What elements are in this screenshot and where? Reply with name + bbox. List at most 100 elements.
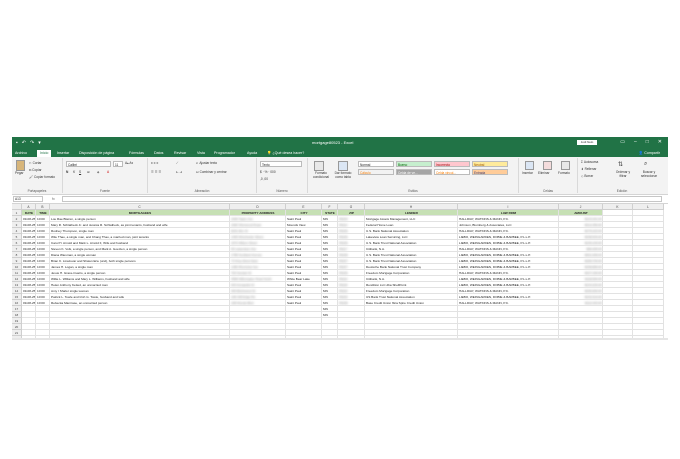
italic-button[interactable]: K <box>73 170 75 174</box>
style-entrada[interactable]: Entrada <box>472 169 508 175</box>
align-top-icon[interactable]: ≡ ≡ ≡ <box>151 161 158 165</box>
insert-cells-icon[interactable] <box>525 161 534 170</box>
user-account-button[interactable]: Jodi Nelo <box>577 139 597 145</box>
decimal-icon[interactable]: ,0 ,00 <box>260 177 268 181</box>
cells-group: Insertar Eliminar Formato Celdas <box>519 158 578 193</box>
style-normal[interactable]: Normal <box>358 161 394 167</box>
tab-datos[interactable]: Datos <box>154 151 163 155</box>
formula-bar: A13 fx <box>12 195 668 204</box>
fill-label: Rellenar <box>584 167 597 171</box>
fill-button[interactable]: ⬇ Rellenar <box>581 167 596 171</box>
undo-icon[interactable]: ↶ <box>22 140 26 146</box>
tab-formulas[interactable]: Fórmulas <box>129 151 144 155</box>
format-as-table-button[interactable]: Dar formato como tabla <box>332 171 354 179</box>
ribbon: Pegar ✂ Cortar ⧉ Copiar 🖌 Copiar formato… <box>12 157 668 195</box>
alignment-group-label: Alineación <box>194 189 210 193</box>
window-title: mortgage80523 - Excel <box>312 140 354 145</box>
paste-icon[interactable] <box>16 160 25 171</box>
sort-filter-button[interactable]: Ordenar y filtrar <box>614 170 632 178</box>
style-bueno[interactable]: Bueno <box>396 161 432 167</box>
clipboard-group-label: Portapapeles <box>27 189 47 193</box>
align-left-icon[interactable]: ☰ ☰ ☰ <box>151 170 161 174</box>
format-cells-button[interactable]: Formato <box>558 171 570 175</box>
tab-revisar[interactable]: Revisar <box>174 151 186 155</box>
tell-me-label: ¿Qué desea hacer? <box>272 150 305 155</box>
delete-cells-button[interactable]: Eliminar <box>538 171 550 175</box>
redo-icon[interactable]: ↷ <box>30 140 34 146</box>
tab-ayuda[interactable]: Ayuda <box>247 151 257 155</box>
format-as-table-icon[interactable] <box>338 161 348 171</box>
number-format-select[interactable]: Texto <box>260 161 302 167</box>
font-color-icon[interactable]: A <box>107 170 109 174</box>
tell-me-box[interactable]: 💡 ¿Qué desea hacer? <box>267 151 304 155</box>
font-grow-icon[interactable]: A▴ A▾ <box>125 161 133 165</box>
cells-group-label: Celdas <box>543 189 553 193</box>
delete-cells-icon[interactable] <box>543 161 552 170</box>
excel-window: ▪ ↶ ↷ ▾ mortgage80523 - Excel Jodi Nelo … <box>12 137 668 340</box>
fill-color-icon[interactable]: ◈ <box>97 170 99 174</box>
tab-insertar[interactable]: Insertar <box>57 151 69 155</box>
formula-input[interactable] <box>62 196 662 202</box>
style-neutral[interactable]: Neutral <box>472 161 508 167</box>
tab-inicio[interactable]: Inicio <box>37 149 52 157</box>
clear-label: Borrar <box>584 174 594 178</box>
lightbulb-icon: 💡 <box>267 150 272 155</box>
editing-group-label: Edición <box>616 189 628 193</box>
share-button[interactable]: 👤 Compartir <box>639 151 660 155</box>
sort-filter-icon[interactable]: ⇅ <box>618 161 623 168</box>
font-group-label: Fuente <box>100 189 110 193</box>
ribbon-tabs: Archivo Inicio Insertar Disposición de p… <box>12 148 668 157</box>
indent-icon[interactable]: ⇤ ⇥ <box>176 170 182 174</box>
copy-button[interactable]: ⧉ Copiar <box>29 168 42 172</box>
paste-button[interactable]: Pegar <box>15 171 24 175</box>
save-icon[interactable]: ▪ <box>16 140 18 146</box>
ribbon-options-icon[interactable]: ▭ <box>620 139 625 145</box>
window-controls: ▭ – □ ✕ <box>620 139 662 145</box>
orientation-icon[interactable]: ⟋ <box>176 161 178 165</box>
maximize-icon[interactable]: □ <box>646 139 649 145</box>
wrap-text-button[interactable]: ↵ Ajustar texto <box>196 161 217 165</box>
underline-button[interactable]: S <box>79 170 81 174</box>
find-select-button[interactable]: Buscar y seleccionar <box>638 170 660 178</box>
style-celda-vinculada[interactable]: Celda vincul... <box>434 169 470 175</box>
wrap-text-label: Ajustar texto <box>199 161 218 165</box>
autosum-label: Autosuma <box>583 160 599 164</box>
format-painter-button[interactable]: 🖌 Copiar formato <box>29 175 55 179</box>
font-group: Calibri 11 A▴ A▾ N K S ⊞ ◈ A Fuente <box>63 158 148 193</box>
tab-vista[interactable]: Vista <box>197 151 205 155</box>
copy-label: Copiar <box>32 168 42 172</box>
style-celda-ve[interactable]: Celda de ve... <box>396 169 432 175</box>
font-size-select[interactable]: 11 <box>113 161 123 167</box>
worksheet-grid[interactable]: A B C D E F G H I J K L 1 2 3 4 5 6 7 8 9 10 11 12 13 14 15 16 17 18 1… <box>12 204 668 340</box>
name-box[interactable]: A13 <box>13 196 43 202</box>
conditional-format-icon[interactable] <box>314 161 324 171</box>
customize-icon[interactable]: ▾ <box>38 140 41 146</box>
cut-label: Cortar <box>32 161 42 165</box>
insert-cells-button[interactable]: Insertar <box>522 171 533 175</box>
font-name-select[interactable]: Calibri <box>66 161 111 167</box>
style-incorrecto[interactable]: Incorrecto <box>434 161 470 167</box>
tab-disposicion[interactable]: Disposición de página <box>79 151 114 155</box>
number-group-label: Número <box>276 189 288 193</box>
clipboard-group: Pegar ✂ Cortar ⧉ Copiar 🖌 Copiar formato… <box>12 158 63 193</box>
clear-button[interactable]: ◇ Borrar <box>581 174 593 178</box>
tab-programador[interactable]: Programador <box>214 151 235 155</box>
styles-group: Formato condicional Dar formato como tab… <box>308 158 519 193</box>
format-cells-icon[interactable] <box>561 161 570 170</box>
merge-center-button[interactable]: ⊟ Combinar y centrar <box>196 170 227 174</box>
tab-archivo[interactable]: Archivo <box>15 151 27 155</box>
find-select-icon[interactable]: ⌕ <box>644 161 647 168</box>
cut-button[interactable]: ✂ Cortar <box>29 161 41 165</box>
merge-center-label: Combinar y centrar <box>199 170 227 174</box>
currency-icon[interactable]: $ · % · 000 <box>260 170 276 174</box>
conditional-format-button[interactable]: Formato condicional <box>310 171 332 179</box>
fx-icon[interactable]: fx <box>52 197 55 201</box>
share-label: Compartir <box>644 150 660 155</box>
bold-button[interactable]: N <box>66 170 68 174</box>
minimize-icon[interactable]: – <box>634 139 637 145</box>
borders-icon[interactable]: ⊞ <box>87 170 90 174</box>
autosum-button[interactable]: Σ Autosuma <box>581 160 598 164</box>
format-painter-label: Copiar formato <box>33 175 56 179</box>
style-calculo[interactable]: Cálculo <box>358 169 394 175</box>
close-icon[interactable]: ✕ <box>658 139 662 145</box>
